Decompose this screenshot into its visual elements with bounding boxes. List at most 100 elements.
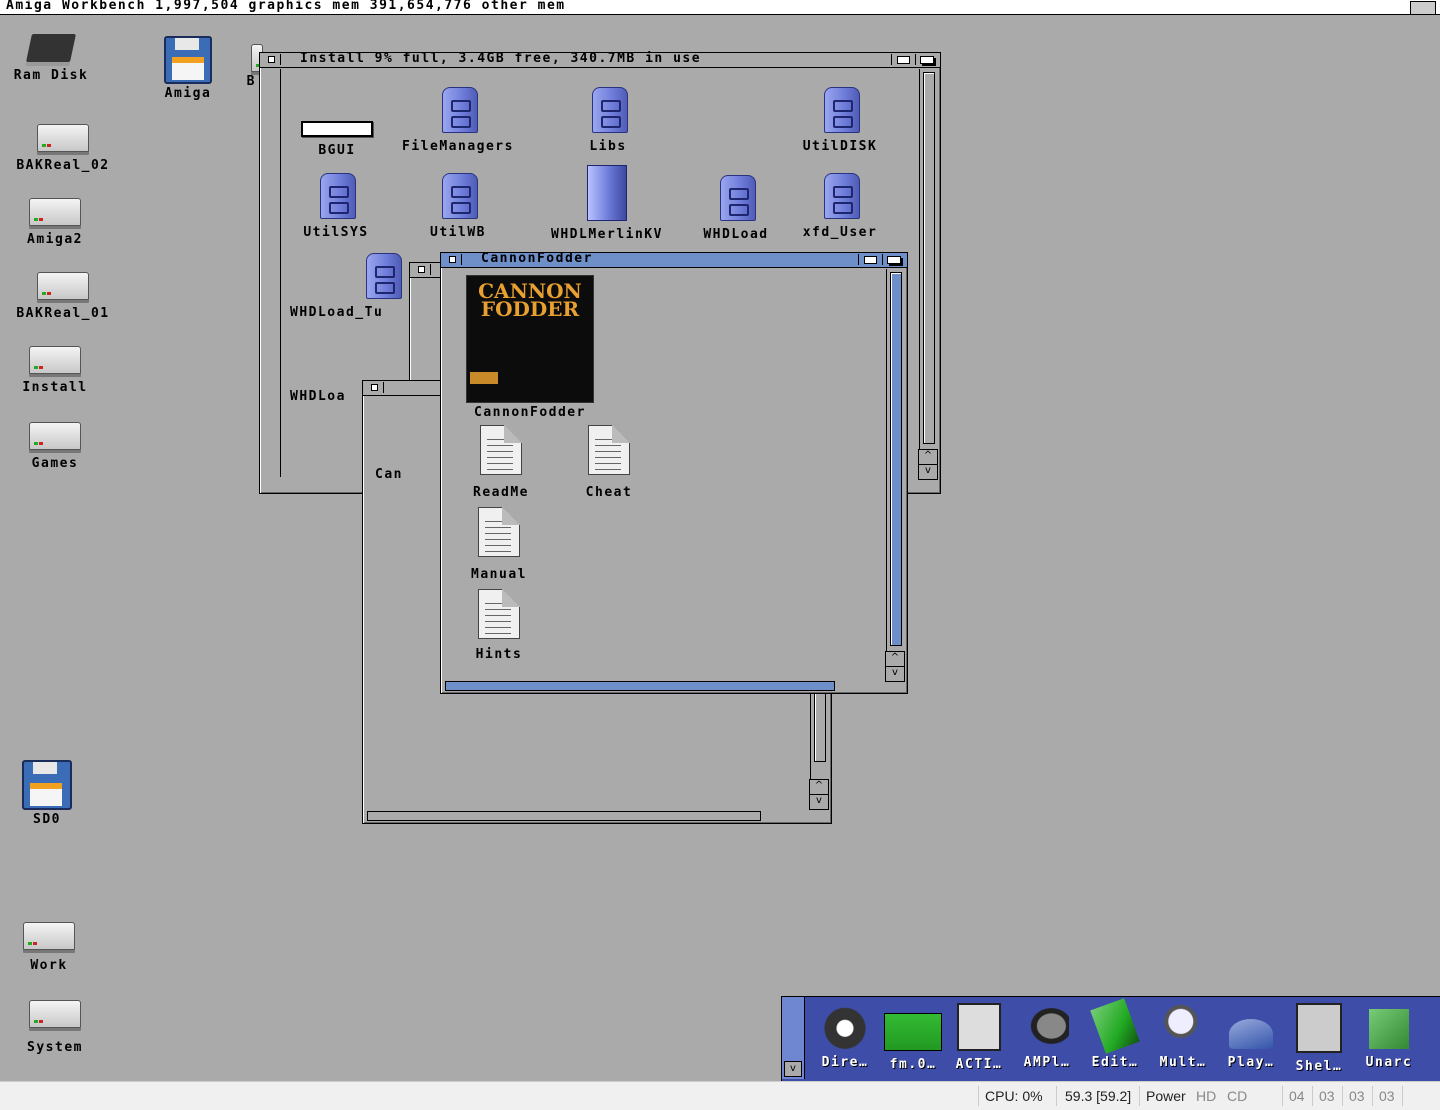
cannonfodder-window-title: CannonFodder [481,251,593,266]
dock-label: fm.0… [889,1057,937,1072]
b-disk-label: B [246,74,256,89]
whdloa-icon[interactable]: WHDLoa [290,331,370,404]
archive-box-icon [1369,1009,1409,1049]
utilsys-icon[interactable]: UtilSYS [288,169,384,240]
zoom-gadget[interactable] [858,254,881,265]
floppy-icon [22,760,72,810]
whdlmerlinkv-icon[interactable]: WHDLMerlinKV [532,165,682,242]
dock-item-activity[interactable]: ACTI… [946,1003,1012,1072]
cover-badge [470,372,498,384]
depth-gadget[interactable] [915,54,938,65]
scroll-down-arrow[interactable]: v [918,464,938,480]
scroll-knob[interactable] [890,272,902,646]
separator [1056,1086,1057,1106]
dock-menu-arrow[interactable]: v [784,1061,802,1077]
amiga2-icon[interactable]: Amiga2 [0,198,110,247]
hints-icon[interactable]: Hints [453,589,545,662]
sd0-icon[interactable]: SD0 [0,760,102,827]
notepad-icon [1090,998,1140,1054]
work-icon[interactable]: Work [0,922,104,973]
readme-icon[interactable]: ReadMe [455,425,547,500]
whdload-label: WHDLoad [703,227,769,242]
separator [1282,1086,1283,1106]
screen-depth-gadget[interactable] [1410,1,1436,15]
drive-df3: 03 [1379,1088,1395,1104]
drive-df1: 03 [1319,1088,1335,1104]
dock-label: Edit… [1091,1055,1139,1070]
cannonfodder-window-titlebar[interactable]: CannonFodder [441,251,907,268]
utilwb-icon[interactable]: UtilWB [410,169,506,240]
whdload-tu-icon[interactable]: WHDLoad_Tu [290,249,410,320]
dock-label: Dire… [821,1055,869,1070]
install-icon[interactable]: Install [0,346,110,395]
cannonfodder-window[interactable]: CannonFodder ^ v CANNON FODDER CannonFod… [440,251,908,694]
screen-title-bar[interactable]: Amiga Workbench 1,997,504 graphics mem 3… [0,0,1440,15]
close-gadget[interactable] [262,54,281,65]
activity-icon [957,1003,1001,1051]
xfd-user-label: xfd_User [802,225,878,240]
filemanagers-icon[interactable]: FileManagers [388,83,528,154]
dock-item-fm[interactable]: fm.0… [880,1003,946,1072]
dock-handle[interactable]: v [782,997,805,1079]
scroll-up-arrow[interactable]: ^ [918,449,938,465]
utilwb-label: UtilWB [430,225,486,240]
screen-title: Amiga Workbench 1,997,504 graphics mem 3… [6,0,566,13]
vertical-scrollbar[interactable] [886,269,905,653]
scroll-down-arrow[interactable]: v [885,666,905,682]
bakreal01-label: BAKReal_01 [16,306,110,321]
utildisk-label: UtilDISK [802,139,878,154]
dock-bar[interactable]: v Dire… fm.0… ACTI… AMPl… Edit… Mult… Pl… [781,996,1440,1082]
play-disk-icon [1229,1019,1273,1049]
horizontal-scrollbar[interactable] [445,681,835,691]
install-window-titlebar[interactable]: Install 9% full, 3.4GB free, 340.7MB in … [260,51,940,68]
vertical-scrollbar[interactable] [919,69,938,461]
dock-label: Shel… [1295,1059,1343,1074]
dock-item-amplifier[interactable]: AMPl… [1014,1003,1080,1070]
cannonfodder-game-icon[interactable]: CANNON FODDER CannonFodder [455,275,605,420]
depth-gadget[interactable] [882,254,905,265]
document-icon [480,425,522,475]
bakreal02-icon[interactable]: BAKReal_02 [8,124,118,173]
scroll-knob[interactable] [923,72,935,444]
drawer-icon [366,331,370,381]
system-icon[interactable]: System [0,1000,110,1055]
dock-item-shell[interactable]: Shel… [1286,1003,1352,1074]
whdloa-label: WHDLoa [290,389,346,404]
manual-icon[interactable]: Manual [453,507,545,582]
bakreal01-icon[interactable]: BAKReal_01 [8,272,118,321]
back-window-label: Can [375,467,403,482]
scroll-down-arrow[interactable]: v [809,794,829,810]
readme-label: ReadMe [473,485,529,500]
ram-disk-icon[interactable]: Ram Disk [0,28,106,83]
close-gadget[interactable] [365,382,384,393]
cannonfodder-cover-icon: CANNON FODDER [466,275,594,403]
dock-item-editor[interactable]: Edit… [1082,998,1148,1070]
dock-item-directory-opus[interactable]: Dire… [812,1003,878,1070]
scroll-up-arrow[interactable]: ^ [885,651,905,667]
xfd-user-icon[interactable]: xfd_User [788,169,892,240]
scroll-up-arrow[interactable]: ^ [809,779,829,795]
bgui-icon[interactable]: BGUI [290,117,384,158]
utildisk-icon[interactable]: UtilDISK [788,83,892,154]
horizontal-scrollbar[interactable] [367,811,761,821]
drawer-icon [438,169,478,219]
dock-item-play[interactable]: Play… [1218,1003,1284,1070]
harddisk-icon [29,346,81,374]
cpu-status: CPU: 0% [985,1088,1043,1104]
drawer-icon [588,83,628,133]
ram-disk-label: Ram Disk [13,68,89,83]
zoom-gadget[interactable] [891,54,914,65]
dock-item-unarc[interactable]: Unarc [1356,1003,1422,1070]
cheat-icon[interactable]: Cheat [563,425,655,500]
whdload-icon[interactable]: WHDLoad [686,171,786,242]
separator [978,1086,979,1106]
close-gadget[interactable] [443,254,462,265]
b-disk-icon[interactable]: B [196,44,263,89]
work-label: Work [30,958,68,973]
games-icon[interactable]: Games [0,422,110,471]
dock-item-multiview[interactable]: Mult… [1150,1003,1216,1070]
harddisk-icon [37,124,89,152]
close-gadget[interactable] [412,264,431,275]
libs-icon[interactable]: Libs [560,83,656,154]
sd0-label: SD0 [33,812,61,827]
